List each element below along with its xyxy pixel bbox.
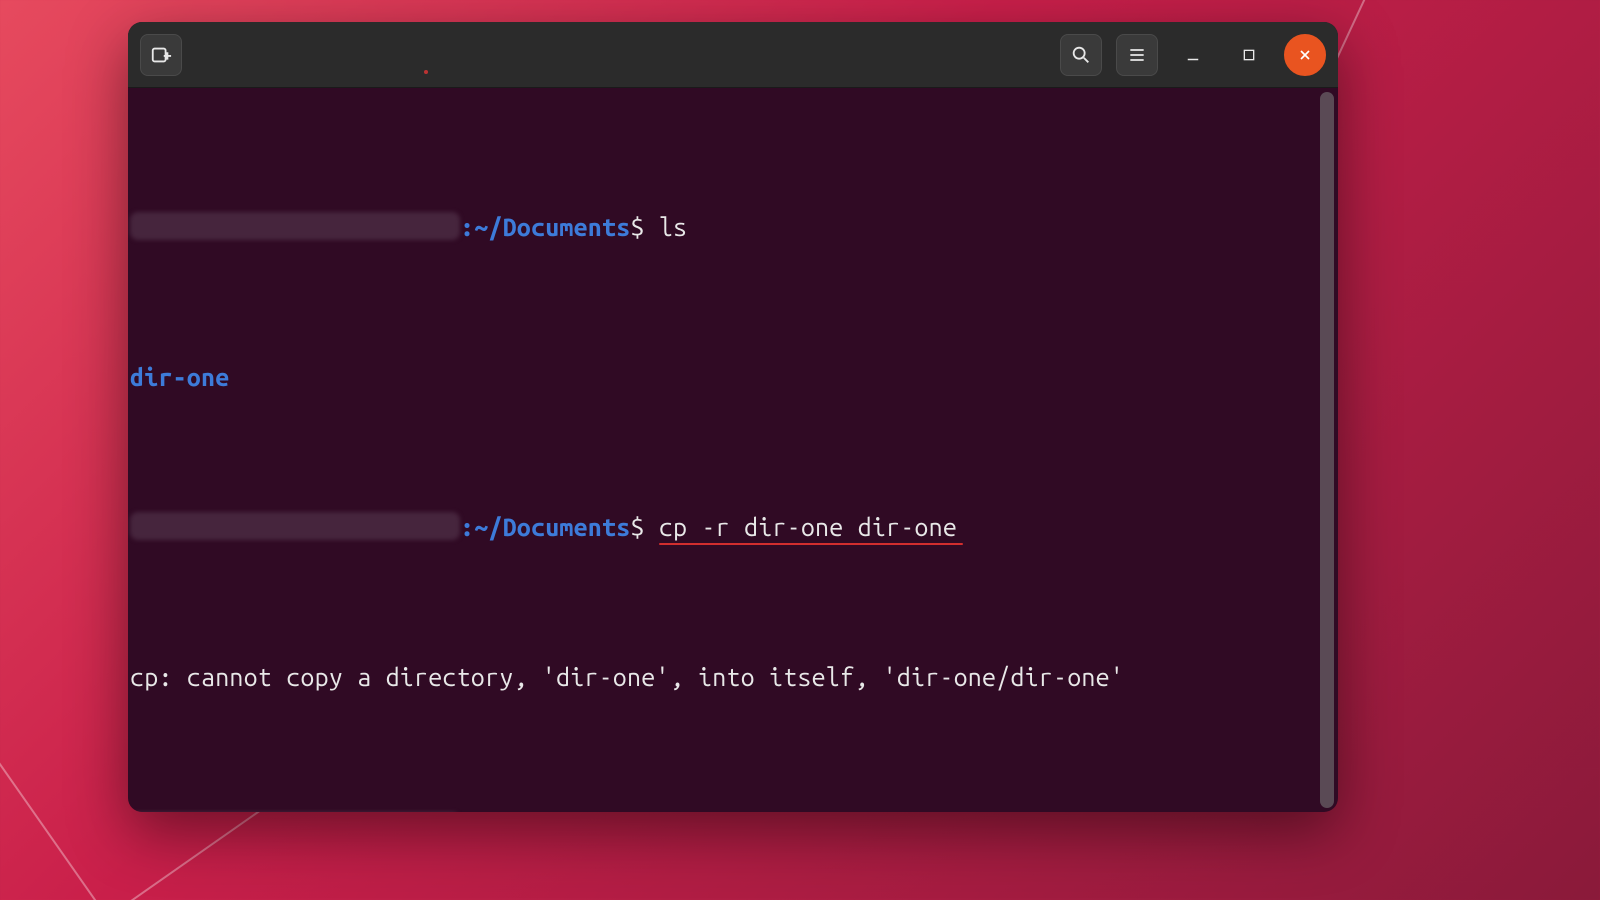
desktop-decoration-line bbox=[0, 434, 114, 900]
menu-button[interactable] bbox=[1116, 34, 1158, 76]
command-text: cp -r dir-one dir-one bbox=[659, 513, 957, 541]
prompt-sep: : bbox=[460, 212, 474, 242]
terminal-line: dir-one bbox=[130, 362, 1332, 392]
red-underline-annotation bbox=[659, 543, 963, 545]
search-button[interactable] bbox=[1060, 34, 1102, 76]
terminal-window: :~/Documents$ ls dir-one :~/Documents$ c… bbox=[128, 22, 1338, 812]
prompt-sep: : bbox=[460, 512, 474, 542]
terminal-line: cp: cannot copy a directory, 'dir-one', … bbox=[130, 662, 1332, 692]
redacted-user-host bbox=[130, 512, 460, 540]
prompt-symbol: $ bbox=[630, 512, 658, 542]
prompt-symbol: $ bbox=[630, 212, 658, 242]
ls-output-dir: dir-one bbox=[130, 362, 229, 392]
highlighted-command: cp -r dir-one dir-one bbox=[659, 512, 957, 542]
terminal-line: :~/Documents$ ls bbox=[130, 212, 1332, 242]
new-tab-button[interactable] bbox=[140, 34, 182, 76]
minimize-button[interactable] bbox=[1172, 34, 1214, 76]
command-output: cp: cannot copy a directory, 'dir-one', … bbox=[130, 662, 1124, 692]
window-titlebar bbox=[128, 22, 1338, 88]
maximize-button[interactable] bbox=[1228, 34, 1270, 76]
recording-indicator-icon bbox=[424, 70, 428, 74]
terminal-output: :~/Documents$ ls dir-one :~/Documents$ c… bbox=[128, 92, 1338, 812]
command-text: ls bbox=[659, 212, 687, 242]
prompt-path: ~/Documents bbox=[474, 212, 630, 242]
redacted-user-host bbox=[130, 212, 460, 240]
prompt-path: ~/Documents bbox=[474, 512, 630, 542]
scrollbar[interactable] bbox=[1320, 92, 1334, 808]
close-button[interactable] bbox=[1284, 34, 1326, 76]
terminal-line: :~/Documents$ cp -r dir-one dir-one bbox=[130, 512, 1332, 542]
terminal-body[interactable]: :~/Documents$ ls dir-one :~/Documents$ c… bbox=[128, 88, 1338, 812]
